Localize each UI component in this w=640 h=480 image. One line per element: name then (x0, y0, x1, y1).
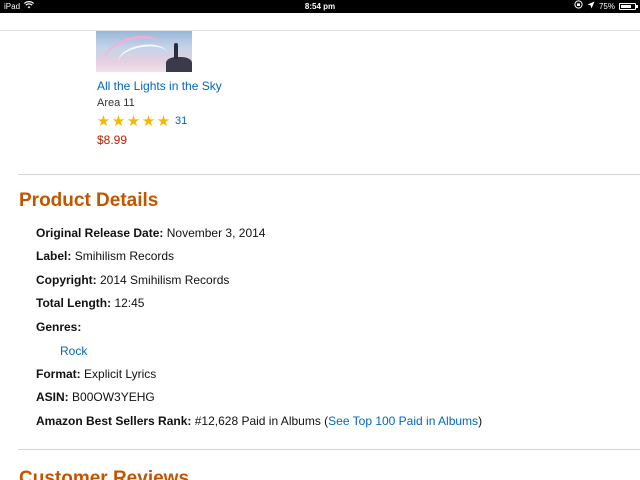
album-cover-image[interactable] (96, 31, 192, 72)
genres-row: Genres: (36, 320, 81, 334)
status-bar-right: 75% (574, 0, 638, 13)
label-label: Label: (36, 249, 72, 263)
rank-value: #12,628 Paid in Albums (194, 414, 321, 428)
copyright-value: 2014 Smihilism Records (100, 273, 230, 287)
total-length-value: 12:45 (114, 296, 145, 310)
release-date-row: Original Release Date: November 3, 2014 (36, 226, 265, 240)
label-row: Label: Smihilism Records (36, 249, 174, 263)
star-icon: ★ (96, 112, 111, 130)
format-row: Format: Explicit Lyrics (36, 367, 156, 381)
customer-reviews-heading-text: Customer Reviews (19, 468, 190, 480)
product-details-heading: Product Details (19, 190, 159, 211)
asin-row: ASIN: B00OW3YEHG (36, 390, 155, 404)
album-price: $8.99 (97, 133, 128, 147)
label-value: Smihilism Records (74, 249, 175, 263)
star-icon: ★ (126, 112, 141, 130)
screen: iPad 8:54 pm 75% All the Lights in the S… (0, 0, 640, 480)
copyright-label: Copyright: (36, 273, 97, 287)
format-label: Format: (36, 367, 81, 381)
battery-percent: 75% (598, 2, 615, 11)
release-date-label: Original Release Date: (36, 226, 164, 240)
rank-label: Amazon Best Sellers Rank: (36, 414, 192, 428)
review-count-link[interactable]: 31 (175, 115, 187, 127)
asin-value: B00OW3YEHG (72, 390, 155, 404)
genre-link-rock[interactable]: Rock (60, 344, 87, 358)
star-icon: ★ (156, 112, 171, 130)
total-length-label: Total Length: (36, 296, 112, 310)
bottom-divider (18, 449, 640, 450)
release-date-value: November 3, 2014 (166, 226, 266, 240)
rank-close-paren: ) (478, 414, 483, 428)
orientation-lock-icon (574, 0, 583, 13)
battery-icon (619, 3, 638, 10)
see-top-100-link[interactable]: See Top 100 Paid in Albums (328, 414, 478, 428)
customer-reviews-heading: Customer Reviews (19, 468, 189, 480)
section-divider (18, 174, 640, 175)
best-sellers-rank-row: Amazon Best Sellers Rank: #12,628 Paid i… (36, 414, 482, 428)
star-icon: ★ (141, 112, 156, 130)
asin-label: ASIN: (36, 390, 69, 404)
album-title-link[interactable]: All the Lights in the Sky (97, 79, 222, 93)
format-value: Explicit Lyrics (84, 367, 157, 381)
total-length-row: Total Length: 12:45 (36, 296, 144, 310)
copyright-row: Copyright: 2014 Smihilism Records (36, 273, 229, 287)
location-arrow-icon (587, 0, 595, 13)
album-artist: Area 11 (97, 97, 135, 109)
status-bar: iPad 8:54 pm 75% (0, 0, 640, 13)
battery-level-fill (621, 5, 631, 8)
stars: ★ ★ ★ ★ ★ (96, 113, 171, 129)
genres-label: Genres: (36, 320, 82, 334)
star-icon: ★ (111, 112, 126, 130)
star-rating[interactable]: ★ ★ ★ ★ ★ 31 (96, 113, 187, 129)
status-bar-time: 8:54 pm (304, 2, 336, 11)
